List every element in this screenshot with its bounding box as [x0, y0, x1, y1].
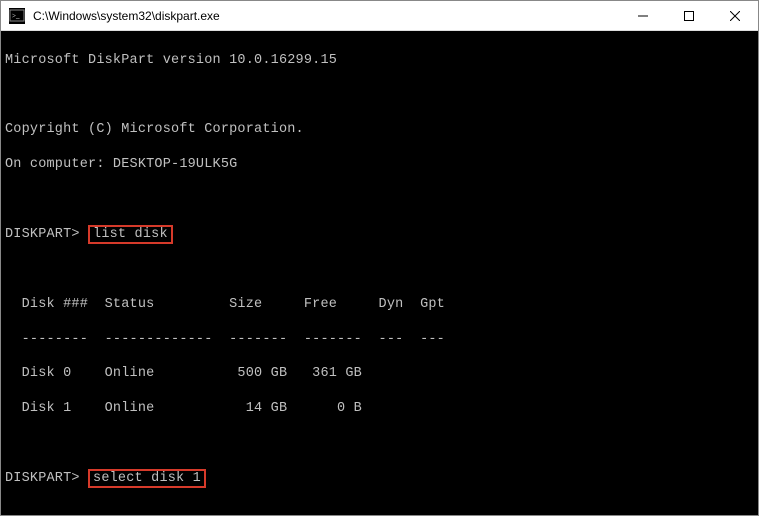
blank-line — [5, 506, 754, 515]
minimize-button[interactable] — [620, 1, 666, 30]
maximize-icon — [684, 11, 694, 21]
prompt-label: DISKPART> — [5, 471, 80, 486]
disk-table-header: Disk ### Status Size Free Dyn Gpt — [5, 296, 754, 313]
svg-text:>_: >_ — [12, 12, 20, 20]
copyright-line: Copyright (C) Microsoft Corporation. — [5, 121, 754, 138]
blank-line — [5, 87, 754, 104]
window-title: C:\Windows\system32\diskpart.exe — [33, 9, 620, 23]
prompt-line: DISKPART> select disk 1 — [5, 469, 754, 489]
command-list-disk: list disk — [88, 225, 173, 245]
blank-line — [5, 190, 754, 207]
console-output[interactable]: Microsoft DiskPart version 10.0.16299.15… — [1, 31, 758, 515]
disk-table-row: Disk 0 Online 500 GB 361 GB — [5, 365, 754, 382]
diskpart-window: >_ C:\Windows\system32\diskpart.exe Micr… — [0, 0, 759, 516]
close-button[interactable] — [712, 1, 758, 30]
blank-line — [5, 434, 754, 451]
prompt-line: DISKPART> list disk — [5, 225, 754, 245]
close-icon — [730, 11, 740, 21]
blank-line — [5, 262, 754, 279]
titlebar: >_ C:\Windows\system32\diskpart.exe — [1, 1, 758, 31]
prompt-label: DISKPART> — [5, 227, 80, 242]
disk-table-row: Disk 1 Online 14 GB 0 B — [5, 400, 754, 417]
version-line: Microsoft DiskPart version 10.0.16299.15 — [5, 52, 754, 69]
computer-line: On computer: DESKTOP-19ULK5G — [5, 156, 754, 173]
app-icon: >_ — [9, 8, 25, 24]
window-controls — [620, 1, 758, 30]
maximize-button[interactable] — [666, 1, 712, 30]
disk-table-divider: -------- ------------- ------- ------- -… — [5, 331, 754, 348]
minimize-icon — [638, 11, 648, 21]
command-select-disk: select disk 1 — [88, 469, 206, 489]
